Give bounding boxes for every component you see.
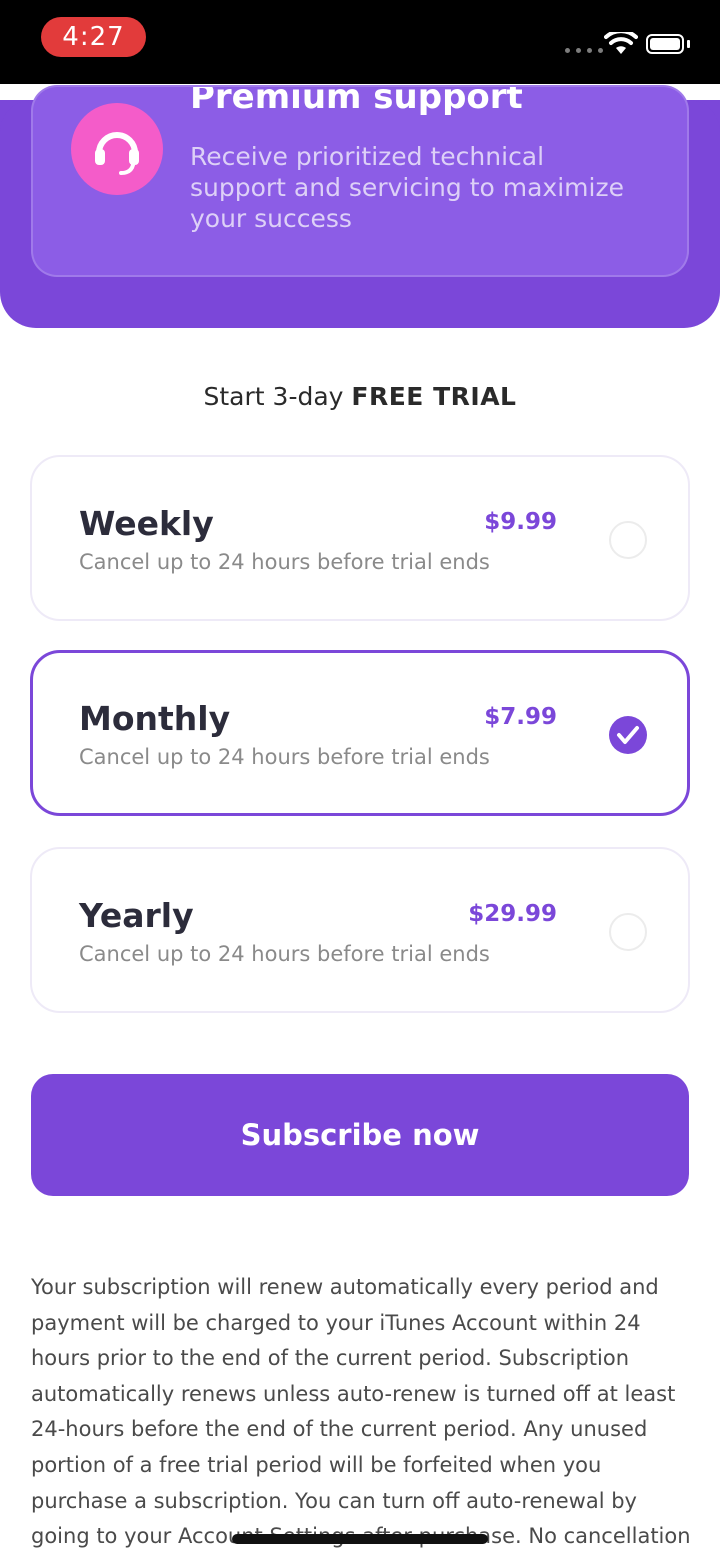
plan-option-monthly[interactable]: Monthly $7.99 Cancel up to 24 hours befo… [30, 650, 690, 816]
feature-title: Premium support [190, 85, 523, 117]
plan-price: $9.99 [484, 509, 557, 535]
plan-price: $7.99 [484, 704, 557, 730]
battery-icon [646, 34, 684, 54]
feature-description: Receive prioritized technical support an… [190, 142, 624, 233]
checkmark-icon[interactable] [609, 716, 647, 754]
cellular-signal-icon [565, 48, 603, 53]
radio-unchecked-icon[interactable] [609, 913, 647, 951]
feature-card-premium-support: Premium support Receive prioritized tech… [31, 85, 689, 277]
battery-tip [687, 40, 690, 48]
status-bar: 4:27 [0, 0, 720, 84]
home-indicator[interactable] [232, 1534, 488, 1544]
plan-price: $29.99 [468, 901, 557, 927]
plan-note: Cancel up to 24 hours before trial ends [79, 550, 490, 574]
plan-option-weekly[interactable]: Weekly $9.99 Cancel up to 24 hours befor… [30, 455, 690, 621]
status-time[interactable]: 4:27 [41, 17, 146, 57]
plan-note: Cancel up to 24 hours before trial ends [79, 942, 490, 966]
trial-prefix: Start 3-day [203, 382, 344, 411]
wifi-icon [604, 32, 638, 54]
plan-name: Yearly [79, 896, 194, 935]
plan-option-yearly[interactable]: Yearly $29.99 Cancel up to 24 hours befo… [30, 847, 690, 1013]
free-trial-heading: Start 3-day FREE TRIAL [0, 382, 720, 411]
legal-terms-text: Your subscription will renew automatical… [31, 1275, 691, 1549]
subscribe-now-button[interactable]: Subscribe now [31, 1074, 689, 1196]
plan-note: Cancel up to 24 hours before trial ends [79, 745, 490, 769]
plan-name: Monthly [79, 699, 231, 738]
headset-icon [71, 103, 163, 195]
radio-unchecked-icon[interactable] [609, 521, 647, 559]
plan-name: Weekly [79, 504, 214, 543]
trial-highlight: FREE TRIAL [351, 382, 517, 411]
